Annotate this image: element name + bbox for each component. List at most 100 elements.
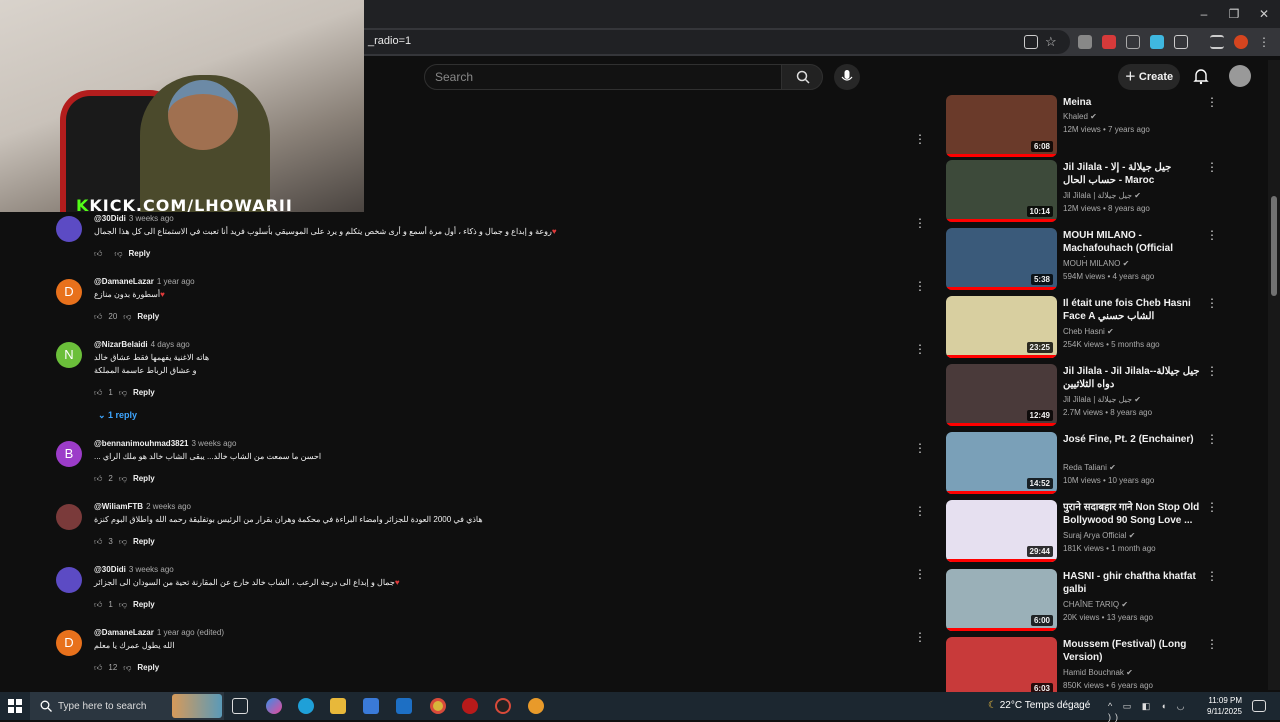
dislike-icon[interactable]: 👎︎ [119, 600, 127, 609]
video-thumbnail[interactable]: 6:08 [946, 95, 1057, 157]
video-title[interactable]: पुराने सदाबहार गाने Non Stop Old Bollywo… [1063, 501, 1201, 527]
video-channel[interactable]: CHAÎNE TARIQ ✔ [1063, 600, 1128, 609]
create-button[interactable]: ＋ Create [1118, 64, 1180, 90]
dislike-icon[interactable]: 👎︎ [119, 474, 127, 483]
view-replies-button[interactable]: ⌄ 1 reply [98, 410, 137, 421]
comment-more-icon[interactable]: ⋮ [914, 342, 926, 356]
reply-button[interactable]: Reply [133, 600, 155, 609]
file-explorer-icon[interactable] [330, 698, 346, 714]
comment-time[interactable]: 4 days ago [151, 340, 190, 349]
address-bar[interactable]: _radio=1 [300, 30, 1070, 54]
avatar[interactable]: D [56, 630, 82, 656]
cast-icon[interactable] [1024, 35, 1038, 49]
account-avatar[interactable] [1229, 65, 1251, 87]
comment-time[interactable]: 3 weeks ago [192, 439, 237, 448]
video-thumbnail[interactable]: 14:52 [946, 432, 1057, 494]
comment-author[interactable]: @NizarBelaidi [94, 340, 148, 349]
video-more-icon[interactable]: ⋮ [1206, 500, 1218, 514]
scrollbar[interactable] [1268, 60, 1280, 690]
dislike-icon[interactable]: 👎︎ [119, 537, 127, 546]
app-icon[interactable] [528, 698, 544, 714]
video-more-icon[interactable]: ⋮ [1206, 637, 1218, 651]
video-channel[interactable]: MOUH MILANO ✔ [1063, 259, 1129, 268]
like-icon[interactable]: 👍︎ [94, 388, 102, 397]
like-icon[interactable]: 👍︎ [94, 474, 102, 483]
close-button[interactable]: ✕ [1250, 4, 1278, 24]
scrollbar-thumb[interactable] [1271, 196, 1277, 296]
comment-author[interactable]: @30Didi [94, 214, 126, 223]
reply-button[interactable]: Reply [133, 474, 155, 483]
dislike-icon[interactable]: 👎︎ [123, 663, 131, 672]
comment-author[interactable]: @bennanimouhmad3821 [94, 439, 189, 448]
comment-more-icon[interactable]: ⋮ [914, 279, 926, 293]
reply-button[interactable]: Reply [137, 312, 159, 321]
related-video[interactable]: 5:38 MOUH MILANO - Machafouhach (Official… [946, 228, 1226, 292]
video-channel[interactable]: Jil Jilala | جيل جيلالة ✔ [1063, 191, 1141, 200]
video-channel[interactable]: Cheb Hasni ✔ [1063, 327, 1114, 336]
avatar[interactable]: N [56, 342, 82, 368]
video-more-icon[interactable]: ⋮ [1206, 95, 1218, 109]
app-icon[interactable] [462, 698, 478, 714]
search-button[interactable] [781, 64, 823, 90]
video-more-icon[interactable]: ⋮ [1206, 296, 1218, 310]
taskbar-search[interactable]: Type here to search [30, 692, 224, 720]
bookmark-star-icon[interactable]: ☆ [1045, 35, 1059, 49]
outlook-icon[interactable] [396, 698, 412, 714]
like-icon[interactable]: 👍︎ [94, 600, 102, 609]
video-channel[interactable]: Jil Jilala | جيل جيلالة ✔ [1063, 395, 1141, 404]
weather-widget[interactable]: ☾ 22°C Temps dégagé [988, 700, 1090, 711]
comment-more-icon[interactable]: ⋮ [914, 630, 926, 644]
related-video[interactable]: 14:52 José Fine, Pt. 2 (Enchainer) Reda Ta… [946, 432, 1226, 496]
comment-more-icon[interactable]: ⋮ [914, 567, 926, 581]
video-title[interactable]: Jil Jilala - جيل جيلالة - إلا حساب الحال… [1063, 161, 1201, 187]
task-view-icon[interactable] [232, 698, 248, 714]
like-icon[interactable]: 👍︎ [94, 663, 102, 672]
video-channel[interactable]: Khaled ✔ [1063, 112, 1097, 121]
like-icon[interactable]: 👍︎ [94, 249, 102, 258]
comment-time[interactable]: 3 weeks ago [129, 565, 174, 574]
video-thumbnail[interactable]: 5:38 [946, 228, 1057, 290]
video-channel[interactable]: Reda Taliani ✔ [1063, 463, 1116, 472]
media-control-icon[interactable] [1210, 35, 1224, 49]
dislike-icon[interactable]: 👎︎ [119, 388, 127, 397]
store-icon[interactable] [363, 698, 379, 714]
related-video[interactable]: 29:44 पुराने सदाबहार गाने Non Stop Old Bo… [946, 500, 1226, 564]
video-more-icon[interactable]: ⋮ [1206, 228, 1218, 242]
video-title[interactable]: Moussem (Festival) (Long Version) [1063, 638, 1201, 664]
edge-icon[interactable] [298, 698, 314, 714]
search-input[interactable]: Search [424, 64, 782, 90]
comment-time[interactable]: 1 year ago (edited) [157, 628, 224, 637]
restore-button[interactable]: ❐ [1220, 4, 1248, 24]
related-video[interactable]: 23:25 Il était une fois Cheb Hasni Face A… [946, 296, 1226, 360]
system-tray-icons[interactable]: ^ ▭ ◧ ◖ ◡ )) [1108, 701, 1190, 722]
video-channel[interactable]: Hamid Bouchnak ✔ [1063, 668, 1133, 677]
video-title[interactable]: Il était une fois Cheb Hasni Face A الشا… [1063, 297, 1201, 323]
related-video[interactable]: 10:14 Jil Jilala - جيل جيلالة - إلا حساب … [946, 160, 1226, 224]
comment-author[interactable]: @DamaneLazar [94, 628, 154, 637]
comment-more-icon[interactable]: ⋮ [914, 504, 926, 518]
comment-time[interactable]: 1 year ago [157, 277, 195, 286]
video-channel[interactable]: Suraj Arya Official ✔ [1063, 531, 1135, 540]
dislike-icon[interactable]: 👎︎ [114, 249, 122, 258]
like-icon[interactable]: 👍︎ [94, 312, 102, 321]
adblock-icon[interactable] [1102, 35, 1116, 49]
video-thumbnail[interactable]: 6:00 [946, 569, 1057, 631]
menu-kebab-icon[interactable]: ⋮ [1258, 35, 1272, 49]
video-title[interactable]: José Fine, Pt. 2 (Enchainer) [1063, 433, 1201, 446]
comment-time[interactable]: 3 weeks ago [129, 214, 174, 223]
video-title[interactable]: MOUH MILANO - Machafouhach (Official Mus… [1063, 229, 1201, 257]
video-thumbnail[interactable]: 23:25 [946, 296, 1057, 358]
video-more-icon[interactable]: ⋮ [1206, 569, 1218, 583]
windows-start-icon[interactable] [8, 699, 22, 713]
avatar[interactable]: B [56, 441, 82, 467]
extension-icon[interactable] [1150, 35, 1164, 49]
comment-more-icon[interactable]: ⋮ [914, 441, 926, 455]
video-thumbnail[interactable]: 10:14 [946, 160, 1057, 222]
more-actions-icon[interactable]: ⋮ [914, 132, 926, 146]
app-icon[interactable] [495, 698, 511, 714]
like-icon[interactable]: 👍︎ [94, 537, 102, 546]
related-video[interactable]: 12:49 Jil Jilala - Jil Jilala-جيل جيلالة-… [946, 364, 1226, 428]
comment-author[interactable]: @WiliamFTB [94, 502, 143, 511]
related-video[interactable]: 6:00 HASNI - ghir chaftha khatfat galbi CH… [946, 569, 1226, 633]
comment-more-icon[interactable]: ⋮ [914, 216, 926, 230]
